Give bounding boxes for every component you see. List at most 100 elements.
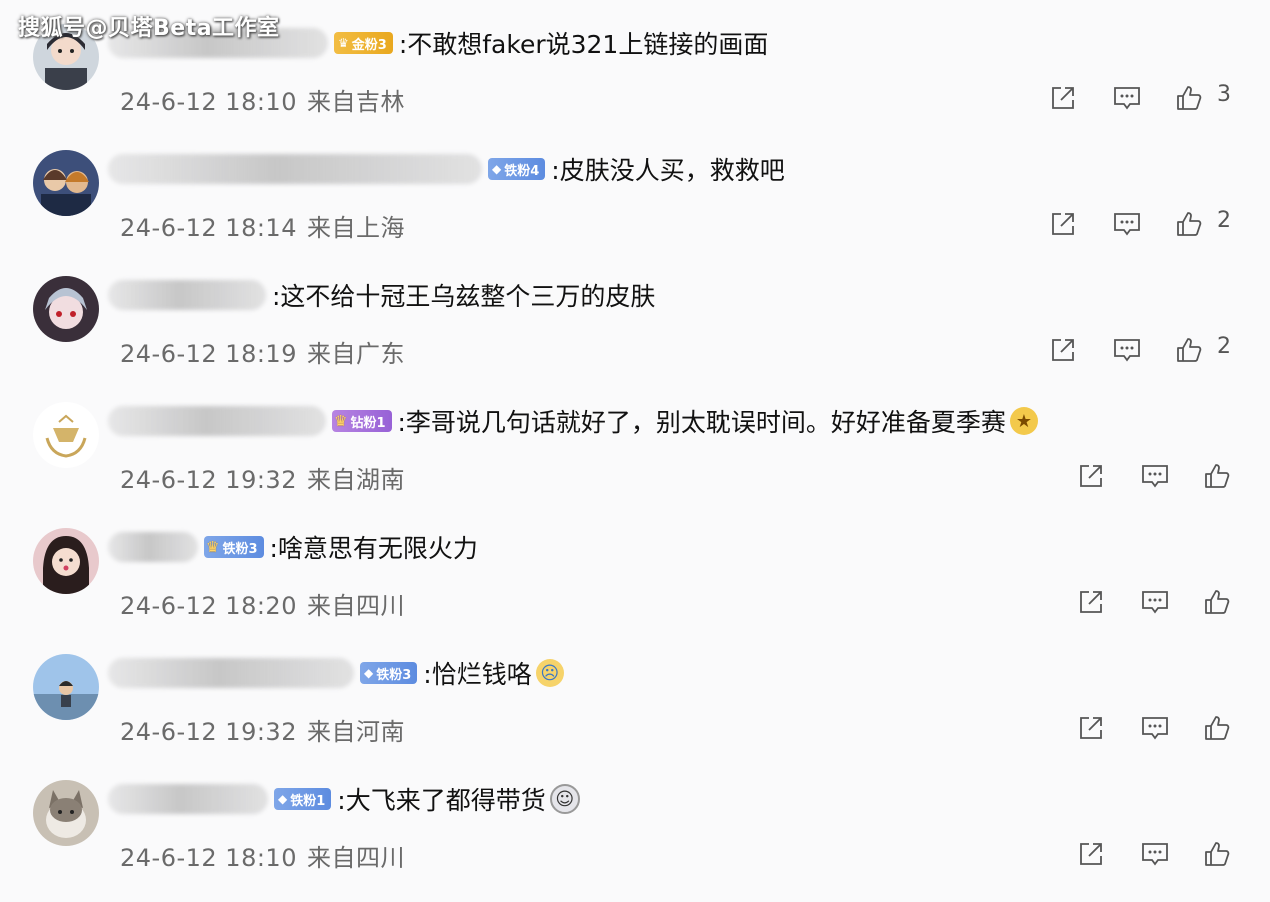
comment-item: :这不给十冠王乌兹整个三万的皮肤 24-6-12 18:19 来自广东 2 xyxy=(0,272,1270,398)
comment-item: ♛ 铁粉3 :啥意思有无限火力 24-6-12 18:20 来自四川 xyxy=(0,524,1270,650)
comment-item: ♛ 钻粉1 :李哥说几句话就好了，别太耽误时间。好好准备夏季赛 ★ 24-6-12… xyxy=(0,398,1270,524)
share-icon xyxy=(1052,339,1074,361)
crown-icon: ♛ xyxy=(334,412,348,430)
fan-badge: ◆ 铁粉4 xyxy=(488,158,546,180)
like-button[interactable] xyxy=(1197,708,1237,748)
crown-icon: ♛ xyxy=(206,538,220,556)
comment-date: 24-6-12 19:32 xyxy=(120,466,297,494)
share-icon xyxy=(1080,717,1102,739)
username-blurred[interactable] xyxy=(108,658,354,688)
comment-text: :恰烂钱咯 xyxy=(423,660,532,689)
reply-button[interactable] xyxy=(1135,708,1175,748)
thumbs-up-icon xyxy=(1205,590,1230,614)
comment-location: 来自四川 xyxy=(306,592,405,620)
comment-meta: 24-6-12 18:14 来自上海 xyxy=(120,208,405,243)
share-button[interactable] xyxy=(1071,708,1111,748)
comment-icon xyxy=(1142,717,1168,740)
fan-badge: ◆ 铁粉1 xyxy=(274,788,332,810)
share-button[interactable] xyxy=(1043,330,1083,370)
reply-button[interactable] xyxy=(1135,456,1175,496)
thumbs-up-icon xyxy=(1177,338,1202,362)
avatar[interactable] xyxy=(33,276,99,342)
thumbs-up-icon xyxy=(1177,86,1202,110)
username-blurred[interactable] xyxy=(108,280,266,310)
like-button[interactable] xyxy=(1169,204,1209,244)
comment-meta: 24-6-12 18:10 来自四川 xyxy=(120,838,405,873)
comment-item: ◆ 铁粉3 :恰烂钱咯 ☹ 24-6-12 19:32 来自河南 xyxy=(0,650,1270,776)
like-button[interactable] xyxy=(1169,330,1209,370)
watermark: 搜狐号@贝塔Beta工作室 xyxy=(18,16,280,41)
fan-badge: ♛ 铁粉3 xyxy=(204,536,264,558)
share-button[interactable] xyxy=(1071,582,1111,622)
reply-button[interactable] xyxy=(1107,78,1147,118)
thumbs-up-icon xyxy=(1205,842,1230,866)
share-button[interactable] xyxy=(1071,456,1111,496)
comment-icon xyxy=(1114,87,1140,110)
comment-text: :李哥说几句话就好了，别太耽误时间。好好准备夏季赛 xyxy=(397,408,1006,437)
comment-meta: 24-6-12 18:19 来自广东 xyxy=(120,334,405,369)
share-icon xyxy=(1080,465,1102,487)
diamond-icon: ◆ xyxy=(492,162,502,176)
share-button[interactable] xyxy=(1043,78,1083,118)
username-blurred[interactable] xyxy=(108,532,198,562)
shocked-emoji-icon: ☺ xyxy=(549,784,580,814)
comment-meta: 24-6-12 19:32 来自河南 xyxy=(120,712,405,747)
share-icon xyxy=(1052,87,1074,109)
comment-item: ◆ 铁粉1 :大飞来了都得带货 ☺ 24-6-12 18:10 来自四川 xyxy=(0,776,1270,902)
comment-date: 24-6-12 18:10 xyxy=(120,88,297,116)
comment-location: 来自上海 xyxy=(306,214,405,242)
share-button[interactable] xyxy=(1071,834,1111,874)
comment-meta: 24-6-12 18:20 来自四川 xyxy=(120,586,405,621)
trophy-emoji-icon: ★ xyxy=(1009,407,1038,435)
comment-location: 来自湖南 xyxy=(306,466,405,494)
share-button[interactable] xyxy=(1043,204,1083,244)
thumbs-up-icon xyxy=(1205,464,1230,488)
comment-icon xyxy=(1142,843,1168,866)
like-count: 2 xyxy=(1217,334,1231,359)
like-button[interactable] xyxy=(1197,582,1237,622)
thumbs-up-icon xyxy=(1205,716,1230,740)
reply-button[interactable] xyxy=(1107,204,1147,244)
comment-item: ◆ 铁粉4 :皮肤没人买，救救吧 24-6-12 18:14 来自上海 2 xyxy=(0,146,1270,272)
avatar[interactable] xyxy=(33,654,99,720)
comment-date: 24-6-12 18:14 xyxy=(120,214,297,242)
fan-badge: ◆ 铁粉3 xyxy=(360,662,418,684)
comment-location: 来自四川 xyxy=(306,844,405,872)
comment-icon xyxy=(1142,591,1168,614)
comment-text: :大飞来了都得带货 xyxy=(337,786,546,815)
username-blurred[interactable] xyxy=(108,406,326,436)
comment-icon xyxy=(1114,213,1140,236)
avatar[interactable] xyxy=(33,528,99,594)
comment-meta: 24-6-12 19:32 来自湖南 xyxy=(120,460,405,495)
username-blurred[interactable] xyxy=(108,784,268,814)
like-button[interactable] xyxy=(1197,456,1237,496)
like-button[interactable] xyxy=(1169,78,1209,118)
comment-text: :皮肤没人买，救救吧 xyxy=(551,156,785,185)
comment-meta: 24-6-12 18:10 来自吉林 xyxy=(120,82,405,117)
comment-text: :这不给十冠王乌兹整个三万的皮肤 xyxy=(272,282,656,311)
reply-button[interactable] xyxy=(1107,330,1147,370)
crying-emoji-icon: ☹ xyxy=(535,659,564,687)
reply-button[interactable] xyxy=(1135,582,1175,622)
reply-button[interactable] xyxy=(1135,834,1175,874)
share-icon xyxy=(1080,591,1102,613)
avatar[interactable] xyxy=(33,780,99,846)
diamond-icon: ◆ xyxy=(278,792,288,806)
avatar[interactable] xyxy=(33,402,99,468)
share-icon xyxy=(1052,213,1074,235)
comment-text: :不敢想faker说321上链接的画面 xyxy=(398,30,769,59)
fan-badge: ♛ 金粉3 xyxy=(334,32,393,54)
comment-date: 24-6-12 18:20 xyxy=(120,592,297,620)
comment-date: 24-6-12 19:32 xyxy=(120,718,297,746)
comment-icon xyxy=(1114,339,1140,362)
like-button[interactable] xyxy=(1197,834,1237,874)
like-count: 2 xyxy=(1217,208,1231,233)
like-count: 3 xyxy=(1217,82,1231,107)
username-blurred[interactable] xyxy=(108,154,482,184)
crown-icon: ♛ xyxy=(338,36,349,50)
share-icon xyxy=(1080,843,1102,865)
comment-location: 来自河南 xyxy=(306,718,405,746)
avatar[interactable] xyxy=(33,150,99,216)
fan-badge: ♛ 钻粉1 xyxy=(332,410,392,432)
comment-text: :啥意思有无限火力 xyxy=(269,534,478,563)
